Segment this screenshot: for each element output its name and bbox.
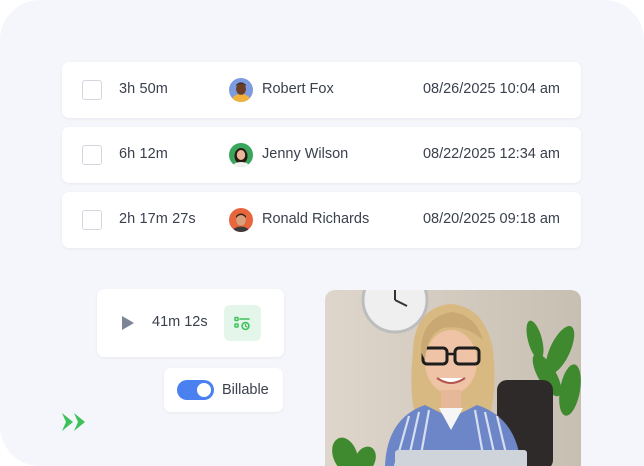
billable-label: Billable — [222, 382, 269, 398]
brand-logo-icon — [62, 413, 85, 431]
project-button[interactable] — [224, 305, 261, 341]
entry-user-name: Jenny Wilson — [262, 146, 349, 162]
entry-timestamp: 08/26/2025 10:04 am — [422, 81, 560, 97]
entry-user-name: Ronald Richards — [262, 211, 370, 227]
entry-checkbox[interactable] — [82, 80, 102, 100]
entry-user-name: Robert Fox — [262, 81, 334, 97]
entry-timestamp: 08/20/2025 09:18 am — [422, 211, 560, 227]
timer-card: 41m 12s — [97, 289, 284, 357]
entry-duration: 6h 12m — [119, 146, 168, 162]
time-entry-row[interactable]: 3h 50m Robert Fox 08/26/2025 10:04 am — [62, 62, 581, 118]
timer-elapsed: 41m 12s — [152, 314, 208, 330]
time-entry-row[interactable]: 2h 17m 27s Ronald Richards 08/20/2025 09… — [62, 192, 581, 248]
billable-card: Billable — [164, 368, 283, 412]
user-photo — [325, 290, 581, 466]
play-icon[interactable] — [121, 315, 135, 331]
time-entry-row[interactable]: 6h 12m Jenny Wilson 08/22/2025 12:34 am — [62, 127, 581, 183]
project-list-icon — [234, 316, 250, 330]
avatar — [229, 143, 253, 167]
entry-checkbox[interactable] — [82, 145, 102, 165]
avatar — [229, 208, 253, 232]
entry-timestamp: 08/22/2025 12:34 am — [422, 146, 560, 162]
entry-checkbox[interactable] — [82, 210, 102, 230]
toggle-knob — [197, 383, 211, 397]
app-panel: 3h 50m Robert Fox 08/26/2025 10:04 am 6h… — [0, 0, 644, 466]
entry-duration: 2h 17m 27s — [119, 211, 196, 227]
avatar — [229, 78, 253, 102]
billable-toggle[interactable] — [177, 380, 214, 400]
entry-duration: 3h 50m — [119, 81, 168, 97]
